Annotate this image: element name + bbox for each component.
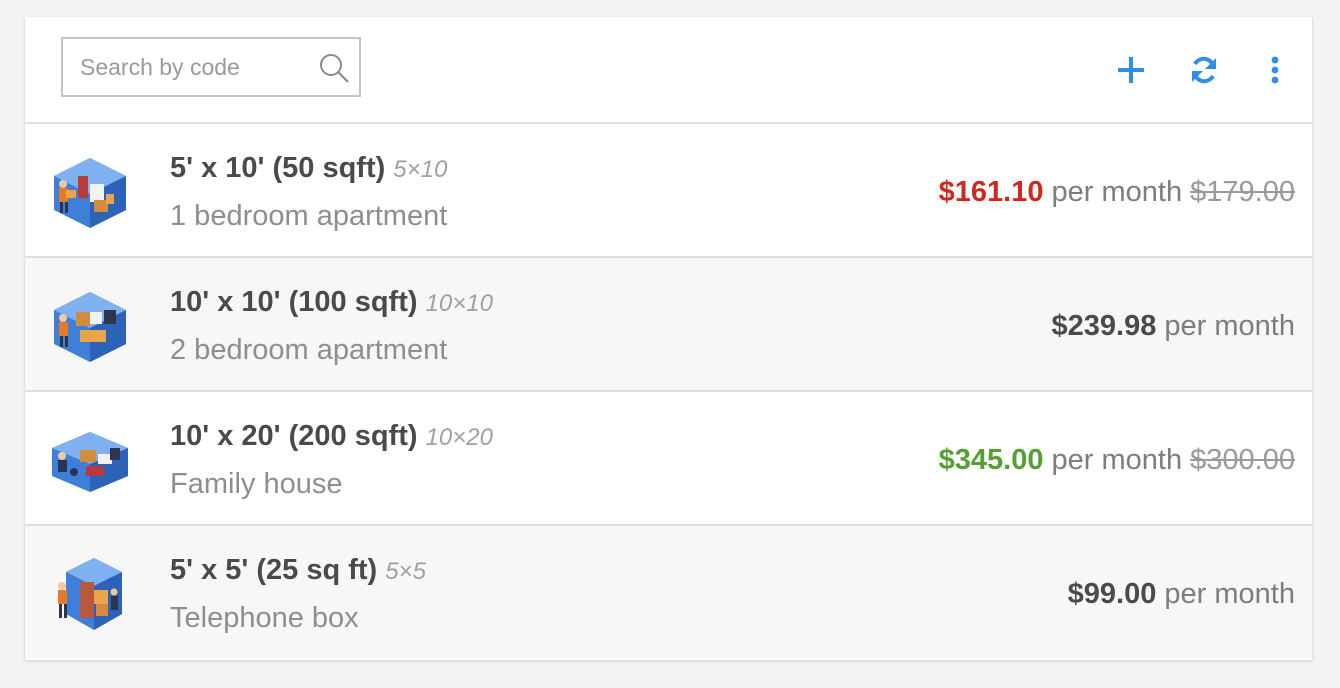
storage-unit-illustration-icon (54, 158, 126, 228)
unit-size-title: 10' x 10' (100 sqft) (170, 286, 418, 318)
price-period: per month (1164, 310, 1295, 342)
unit-row[interactable]: 10' x 20' (200 sqft) 10×20 Family house $… (25, 392, 1312, 526)
unit-description: Family house (170, 468, 343, 500)
search-input[interactable] (63, 39, 303, 95)
unit-size-title: 10' x 20' (200 sqft) (170, 420, 418, 452)
storage-unit-illustration-icon (54, 292, 126, 362)
unit-title-line: 5' x 5' (25 sq ft) 5×5 (170, 554, 426, 587)
unit-list: 5' x 10' (50 sqft) 5×10 1 bedroom apartme… (25, 124, 1312, 658)
unit-row[interactable]: 5' x 5' (25 sq ft) 5×5 Telephone box $99.… (25, 526, 1312, 658)
toolbar (25, 17, 1312, 124)
unit-size-title: 5' x 5' (25 sq ft) (170, 554, 378, 586)
unit-row[interactable]: 10' x 10' (100 sqft) 10×10 2 bedroom apar… (25, 258, 1312, 392)
unit-description: Telephone box (170, 602, 359, 634)
unit-row[interactable]: 5' x 10' (50 sqft) 5×10 1 bedroom apartme… (25, 124, 1312, 258)
unit-title-line: 5' x 10' (50 sqft) 5×10 (170, 152, 447, 185)
refresh-icon (1192, 56, 1216, 84)
original-price: $179.00 (1190, 176, 1295, 208)
current-price: $239.98 (1051, 310, 1157, 342)
price-period: per month (1051, 444, 1183, 476)
more-options-button[interactable] (1257, 52, 1293, 88)
unit-price: $161.10 per month $179.00 (939, 176, 1295, 209)
current-price: $161.10 (938, 176, 1044, 208)
unit-code: 5×10 (393, 156, 448, 183)
unit-description: 2 bedroom apartment (170, 334, 448, 366)
unit-title-line: 10' x 20' (200 sqft) 10×20 (170, 420, 493, 453)
unit-code: 10×10 (425, 290, 493, 317)
unit-price: $345.00 per month $300.00 (939, 444, 1295, 477)
search-box[interactable] (61, 37, 361, 97)
current-price: $345.00 (938, 444, 1044, 476)
price-period: per month (1051, 176, 1183, 208)
unit-code: 10×20 (425, 424, 493, 451)
original-price: $300.00 (1190, 444, 1295, 476)
storage-unit-illustration-icon (52, 432, 128, 492)
search-icon[interactable] (318, 52, 350, 84)
unit-description: 1 bedroom apartment (170, 200, 448, 232)
plus-icon (1118, 57, 1144, 83)
unit-price: $99.00 per month (1068, 578, 1295, 611)
unit-code: 5×5 (385, 558, 426, 585)
unit-price: $239.98 per month (1052, 310, 1295, 343)
unit-title-line: 10' x 10' (100 sqft) 10×10 (170, 286, 493, 319)
refresh-button[interactable] (1186, 52, 1222, 88)
storage-unit-illustration-icon (58, 558, 122, 630)
current-price: $99.00 (1067, 578, 1157, 610)
add-button[interactable] (1113, 52, 1149, 88)
unit-size-title: 5' x 10' (50 sqft) (170, 152, 386, 184)
storage-units-panel: 5' x 10' (50 sqft) 5×10 1 bedroom apartme… (25, 17, 1312, 660)
price-period: per month (1164, 578, 1295, 610)
more-vertical-icon (1271, 56, 1279, 84)
